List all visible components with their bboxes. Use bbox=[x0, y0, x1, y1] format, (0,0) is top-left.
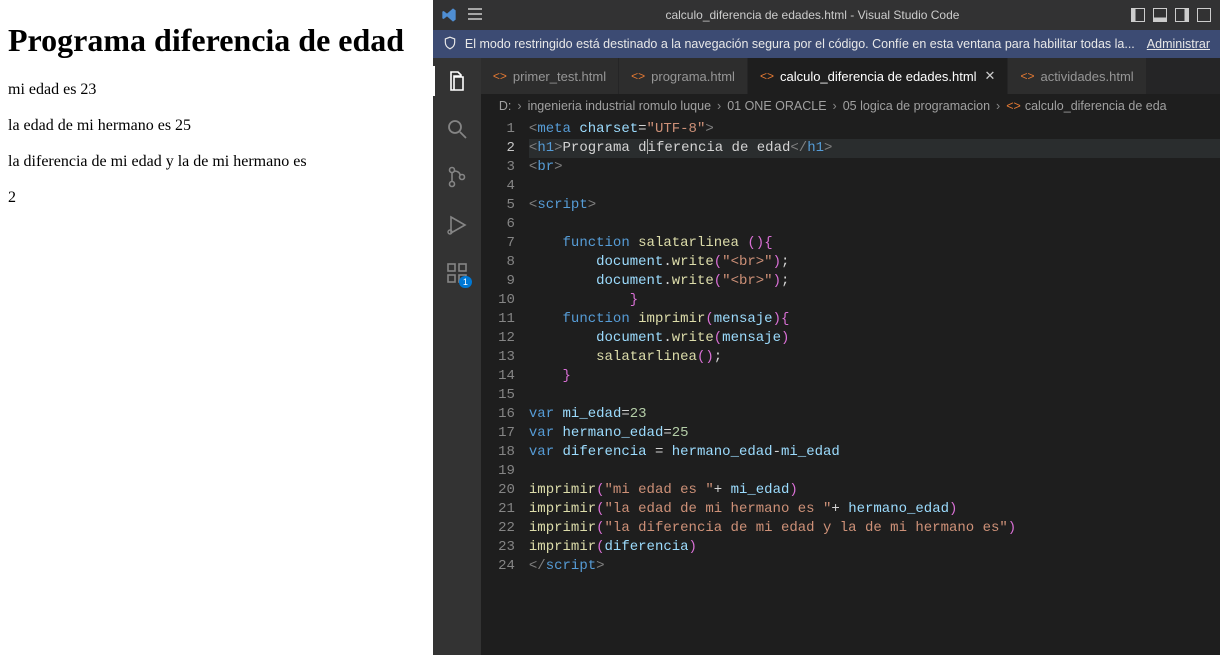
close-tab-icon[interactable]: ✕ bbox=[985, 68, 996, 84]
window-title: calculo_diferencia de edades.html - Visu… bbox=[495, 8, 1130, 22]
output-line-3: la diferencia de mi edad y la de mi herm… bbox=[8, 153, 425, 171]
chevron-right-icon: › bbox=[996, 99, 1000, 113]
breadcrumb-segment: 01 ONE ORACLE bbox=[727, 99, 826, 113]
breadcrumb[interactable]: D: › ingenieria industrial romulo luque … bbox=[481, 94, 1220, 118]
code-lines[interactable]: <meta charset="UTF-8"><h1>Programa difer… bbox=[529, 118, 1220, 655]
run-debug-icon[interactable] bbox=[444, 212, 470, 238]
chevron-right-icon: › bbox=[517, 99, 521, 113]
workarea: 1 <> primer_test.html <> programa.html <… bbox=[433, 58, 1220, 655]
source-control-icon[interactable] bbox=[444, 164, 470, 190]
browser-preview-pane: Programa diferencia de edad mi edad es 2… bbox=[0, 0, 433, 655]
explorer-icon[interactable] bbox=[444, 68, 470, 94]
layout-controls[interactable] bbox=[1130, 7, 1212, 23]
tab-programa[interactable]: <> programa.html bbox=[619, 58, 748, 94]
output-line-1: mi edad es 23 bbox=[8, 81, 425, 99]
editor-area: <> primer_test.html <> programa.html <> … bbox=[481, 58, 1220, 655]
tab-label: programa.html bbox=[651, 69, 735, 84]
extensions-icon[interactable]: 1 bbox=[444, 260, 470, 286]
extensions-badge: 1 bbox=[459, 276, 472, 288]
breadcrumb-segment: 05 logica de programacion bbox=[843, 99, 990, 113]
vscode-logo-icon bbox=[441, 7, 457, 23]
html-file-icon: <> bbox=[1006, 99, 1021, 113]
html-file-icon: <> bbox=[1020, 69, 1034, 83]
tab-bar: <> primer_test.html <> programa.html <> … bbox=[481, 58, 1220, 94]
titlebar: calculo_diferencia de edades.html - Visu… bbox=[433, 0, 1220, 30]
tab-actividades[interactable]: <> actividades.html bbox=[1008, 58, 1146, 94]
search-icon[interactable] bbox=[444, 116, 470, 142]
output-line-4: 2 bbox=[8, 189, 425, 207]
chevron-right-icon: › bbox=[833, 99, 837, 113]
breadcrumb-drive: D: bbox=[499, 99, 512, 113]
manage-trust-link[interactable]: Administrar bbox=[1147, 37, 1210, 51]
page-heading: Programa diferencia de edad bbox=[8, 22, 425, 59]
code-editor[interactable]: 123456789101112131415161718192021222324 … bbox=[481, 118, 1220, 655]
html-file-icon: <> bbox=[493, 69, 507, 83]
tab-calculo-diferencia[interactable]: <> calculo_diferencia de edades.html ✕ bbox=[748, 58, 1009, 94]
vscode-window: calculo_diferencia de edades.html - Visu… bbox=[433, 0, 1220, 655]
output-line-2: la edad de mi hermano es 25 bbox=[8, 117, 425, 135]
chevron-right-icon: › bbox=[717, 99, 721, 113]
html-file-icon: <> bbox=[631, 69, 645, 83]
restricted-mode-banner: El modo restringido está destinado a la … bbox=[433, 30, 1220, 58]
shield-icon bbox=[443, 36, 457, 53]
line-gutter: 123456789101112131415161718192021222324 bbox=[481, 118, 529, 655]
breadcrumb-file: calculo_diferencia de eda bbox=[1025, 99, 1167, 113]
html-file-icon: <> bbox=[760, 69, 774, 83]
hamburger-menu-icon[interactable] bbox=[467, 6, 483, 25]
tab-primer-test[interactable]: <> primer_test.html bbox=[481, 58, 619, 94]
restricted-mode-text: El modo restringido está destinado a la … bbox=[465, 37, 1135, 51]
tab-label: primer_test.html bbox=[513, 69, 606, 84]
tab-label: actividades.html bbox=[1040, 69, 1133, 84]
activity-bar: 1 bbox=[433, 58, 481, 655]
tab-label: calculo_diferencia de edades.html bbox=[780, 69, 977, 84]
breadcrumb-segment: ingenieria industrial romulo luque bbox=[528, 99, 711, 113]
